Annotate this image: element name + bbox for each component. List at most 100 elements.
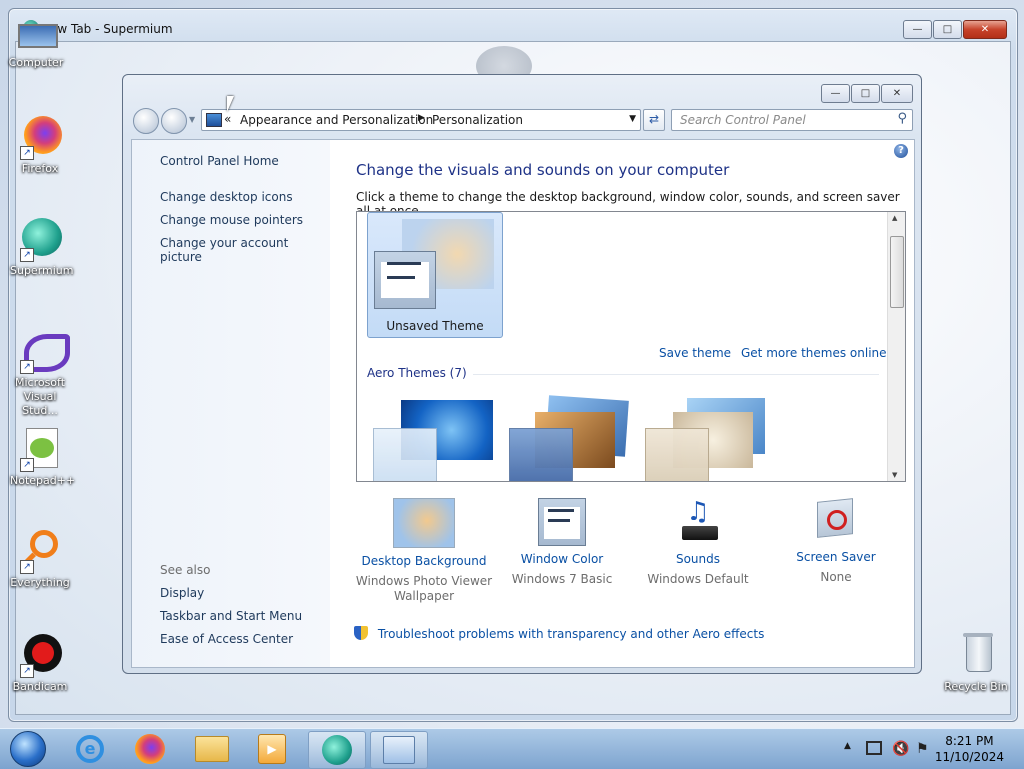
window-color-label[interactable]: Window Color: [492, 552, 632, 566]
visual-studio-icon: ↗: [18, 328, 70, 374]
supermium-icon: [322, 735, 352, 765]
desktop-icon-recycle-bin[interactable]: Recycle Bin: [944, 632, 1008, 693]
theme-list-scrollbar[interactable]: ▲ ▼: [887, 212, 905, 481]
scroll-down-icon[interactable]: ▼: [892, 471, 897, 479]
theme-list: Unsaved Theme Save theme Get more themes…: [356, 211, 906, 482]
sounds-item[interactable]: ♫ Sounds Windows Default: [628, 488, 768, 587]
desktop-icon-firefox[interactable]: ↗ Firefox: [10, 114, 70, 175]
save-theme-link[interactable]: Save theme: [659, 346, 731, 360]
sounds-icon: ♫: [672, 498, 724, 546]
nav-change-mouse-pointers[interactable]: Change mouse pointers: [160, 213, 303, 227]
clock-time: 8:21 PM: [945, 734, 994, 748]
window-color-item[interactable]: Window Color Windows 7 Basic: [492, 488, 632, 587]
desktop-icon-everything[interactable]: ↗ Everything: [10, 528, 70, 589]
computer-icon: [14, 18, 58, 62]
recycle-bin-icon: [954, 632, 998, 676]
desktop-icon-label: Supermium: [10, 264, 74, 277]
search-icon[interactable]: ⚲: [897, 111, 907, 126]
taskbar-control-panel[interactable]: [370, 731, 428, 769]
system-clock[interactable]: 8:21 PM 11/10/2024: [935, 733, 1004, 765]
control-panel-body: Control Panel Home Change desktop icons …: [131, 139, 915, 668]
nav-display[interactable]: Display: [160, 586, 204, 600]
start-button[interactable]: [0, 731, 56, 767]
minimize-button[interactable]: —: [903, 20, 932, 39]
personalization-window: — □ ✕ ▼ « Appearance and Personalization…: [122, 74, 922, 674]
control-panel-icon: [383, 736, 415, 764]
address-bar[interactable]: « Appearance and Personalization ▶ Perso…: [201, 109, 641, 131]
bandicam-icon: ↗: [18, 632, 62, 678]
desktop-icon-label: Everything: [10, 576, 70, 589]
shortcut-arrow-icon: ↗: [20, 248, 34, 262]
desktop-icon-notepad-plus-plus[interactable]: ↗ Notepad++: [10, 426, 75, 487]
troubleshoot-transparency-link[interactable]: Troubleshoot problems with transparency …: [378, 627, 765, 641]
show-hidden-icons-button[interactable]: ▲: [844, 741, 851, 751]
back-button[interactable]: [133, 108, 159, 134]
supermium-icon: ↗: [18, 216, 62, 262]
maximize-button[interactable]: □: [933, 20, 962, 39]
desktop-background-label[interactable]: Desktop Background: [354, 554, 494, 568]
shortcut-arrow-icon: ↗: [20, 458, 34, 472]
desktop-icon-supermium[interactable]: ↗ Supermium: [10, 216, 74, 277]
desktop-background-item[interactable]: Desktop Background Windows Photo Viewer …: [354, 488, 494, 604]
address-dropdown-icon[interactable]: ▼: [629, 114, 636, 124]
breadcrumb-appearance[interactable]: Appearance and Personalization: [240, 113, 433, 127]
windows-orb-icon: [10, 731, 46, 767]
nav-ease-of-access[interactable]: Ease of Access Center: [160, 632, 293, 646]
search-input[interactable]: Search Control Panel: [680, 113, 806, 127]
shortcut-arrow-icon: ↗: [20, 146, 34, 160]
aero-themes-label: Aero Themes (7): [367, 366, 473, 380]
firefox-icon: [135, 734, 165, 764]
desktop-icon-label: Firefox: [21, 162, 59, 175]
screen-saver-item[interactable]: Screen Saver None: [766, 488, 906, 585]
theme-architecture[interactable]: [507, 395, 633, 481]
help-icon[interactable]: ?: [894, 144, 908, 158]
shortcut-arrow-icon: ↗: [20, 560, 34, 574]
theme-windows-7[interactable]: [371, 398, 497, 481]
desktop-icon-computer[interactable]: Computer: [6, 18, 66, 69]
desktop-icon-bandicam[interactable]: ↗ Bandicam: [10, 632, 70, 693]
network-icon[interactable]: [866, 741, 882, 755]
recent-pages-dropdown[interactable]: ▼: [189, 115, 195, 124]
breadcrumb-personalization[interactable]: Personalization: [432, 113, 523, 127]
nav-change-account-picture[interactable]: Change your account picture: [160, 236, 330, 264]
close-button[interactable]: ✕: [963, 20, 1007, 39]
desktop-icon-visual-studio[interactable]: ↗ Microsoft Visual Stud...: [10, 328, 70, 418]
search-box[interactable]: Search Control Panel ⚲: [671, 109, 913, 131]
scrollbar-thumb[interactable]: [890, 236, 904, 308]
theme-characters[interactable]: [643, 398, 769, 481]
desktop-icon-label: Microsoft Visual Stud...: [14, 376, 66, 417]
get-more-themes-link[interactable]: Get more themes online: [741, 346, 887, 360]
screen-saver-icon: [813, 498, 859, 544]
left-navigation-pane: Control Panel Home Change desktop icons …: [132, 140, 330, 667]
desktop-background-icon: [393, 498, 455, 548]
security-shield-icon: [354, 626, 368, 640]
action-center-flag-icon[interactable]: ⚑: [916, 741, 929, 757]
page-title: Change the visuals and sounds on your co…: [356, 161, 730, 179]
shortcut-arrow-icon: ↗: [20, 360, 34, 374]
nav-control-panel-home[interactable]: Control Panel Home: [160, 154, 279, 168]
breadcrumb-overflow[interactable]: «: [224, 112, 231, 126]
taskbar-media-player[interactable]: ▶: [244, 731, 300, 767]
screen-saver-label[interactable]: Screen Saver: [766, 550, 906, 564]
theme-label: Unsaved Theme: [386, 319, 484, 333]
breadcrumb-separator-icon[interactable]: ▶: [418, 113, 425, 123]
maximize-button[interactable]: □: [851, 84, 880, 103]
minimize-button[interactable]: —: [821, 84, 850, 103]
taskbar-firefox[interactable]: [122, 731, 178, 767]
scroll-up-icon[interactable]: ▲: [892, 214, 897, 222]
window-color-value: Windows 7 Basic: [511, 572, 613, 586]
sounds-label[interactable]: Sounds: [628, 552, 768, 566]
taskbar-internet-explorer[interactable]: e: [62, 731, 118, 767]
theme-unsaved[interactable]: Unsaved Theme: [367, 212, 503, 338]
refresh-button[interactable]: ⇄: [643, 109, 665, 131]
firefox-icon: ↗: [18, 114, 62, 160]
desktop-icon-label: Recycle Bin: [944, 680, 1008, 693]
nav-change-desktop-icons[interactable]: Change desktop icons: [160, 190, 293, 204]
volume-muted-icon[interactable]: 🔇: [892, 741, 909, 757]
taskbar-supermium[interactable]: [308, 731, 366, 769]
troubleshoot-row[interactable]: Troubleshoot problems with transparency …: [354, 626, 764, 641]
nav-taskbar-start-menu[interactable]: Taskbar and Start Menu: [160, 609, 302, 623]
forward-button[interactable]: [161, 108, 187, 134]
taskbar-file-explorer[interactable]: [184, 731, 240, 767]
close-button[interactable]: ✕: [881, 84, 913, 103]
